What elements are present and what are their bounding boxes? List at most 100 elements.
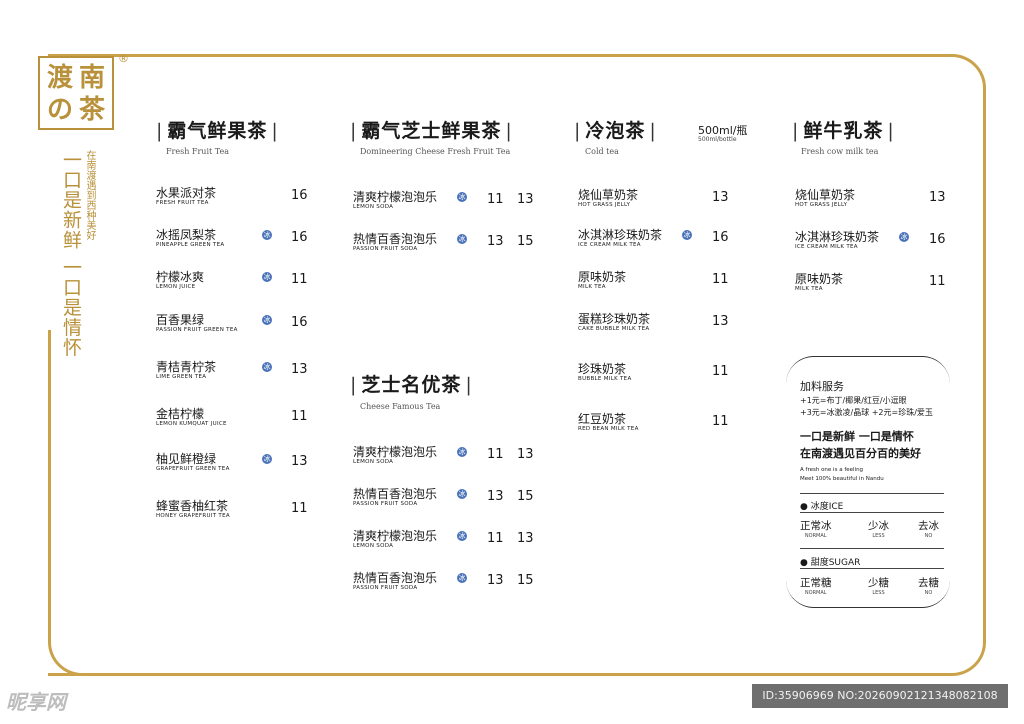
item-price-large: 13 <box>517 531 534 546</box>
ice-badge-icon: 冰 <box>457 531 467 541</box>
section-title-milk-tea: | 鲜牛乳茶 | <box>792 120 895 142</box>
item-price: 13 <box>487 489 504 504</box>
item-price: 11 <box>712 272 729 287</box>
item-name: 热情百香泡泡乐 <box>353 487 438 501</box>
section-subtitle-fruit-tea: Fresh Fruit Tea <box>166 147 229 156</box>
menu-item: 金桔柠檬 LEMON KUMQUAT JUICE 11 <box>156 405 346 433</box>
logo-char: の <box>46 95 73 125</box>
item-name-en: LEMON SODA <box>353 459 394 465</box>
size-note-en: 500ml/bottle <box>698 136 737 143</box>
divider <box>800 548 944 549</box>
menu-item: 热情百香泡泡乐 PASSION FRUIT SODA 冰 13 15 <box>353 485 543 513</box>
ice-badge-icon: 冰 <box>457 489 467 499</box>
section-title-cheese-fruit-tea: | 霸气芝士鲜果茶 | <box>350 120 513 142</box>
item-price: 13 <box>291 454 308 469</box>
ice-level-heading: ● 冰度ICE <box>800 502 844 512</box>
divider <box>800 493 944 494</box>
item-price: 13 <box>291 362 308 377</box>
sugar-level-heading: ● 甜度SUGAR <box>800 558 861 568</box>
item-name: 清爽柠檬泡泡乐 <box>353 529 438 543</box>
item-name-en: HOT GRASS JELLY <box>578 202 631 208</box>
item-price: 13 <box>487 573 504 588</box>
logo-char: 茶 <box>78 95 105 125</box>
item-price: 13 <box>487 234 504 249</box>
item-name: 水果派对茶 <box>156 186 217 200</box>
item-name: 红豆奶茶 <box>578 412 627 426</box>
menu-item: 珍珠奶茶 BUBBLE MILK TEA 11 <box>578 360 768 388</box>
section-subtitle-cheese-famous-tea: Cheese Famous Tea <box>360 402 441 411</box>
item-name-en: MILK TEA <box>578 284 606 290</box>
item-name-en: LEMON JUICE <box>156 284 196 290</box>
brand-sub-slogan: 在南渡遇到西种美好 <box>84 150 95 240</box>
item-price: 16 <box>291 315 308 330</box>
section-title-cheese-famous-tea: | 芝士名优茶 | <box>350 374 473 396</box>
sugar-option: 正常糖 NORMAL <box>800 577 832 596</box>
item-price: 16 <box>712 230 729 245</box>
ice-badge-icon: 冰 <box>457 447 467 457</box>
item-name: 蜂蜜香柚红茶 <box>156 499 229 513</box>
item-name: 清爽柠檬泡泡乐 <box>353 445 438 459</box>
item-name: 珍珠奶茶 <box>578 362 627 376</box>
item-name-en: PASSION FRUIT GREEN TEA <box>156 327 238 333</box>
section-title-cold-tea: | 冷泡茶 | <box>574 120 657 142</box>
item-name: 原味奶茶 <box>795 272 844 286</box>
item-name-en: CAKE BUBBLE MILK TEA <box>578 326 650 332</box>
item-price: 11 <box>291 272 308 287</box>
item-price: 11 <box>712 364 729 379</box>
brand-slogan: 一口是新鲜 一口是情怀 <box>60 150 82 358</box>
addon-line: +3元=冰激凌/晶球 +2元=珍珠/爱玉 <box>800 408 933 417</box>
registered-mark: ® <box>118 52 129 65</box>
item-price: 13 <box>712 190 729 205</box>
item-price: 11 <box>712 414 729 429</box>
item-price: 16 <box>291 230 308 245</box>
item-name: 烧仙草奶茶 <box>578 188 639 202</box>
item-name: 原味奶茶 <box>578 270 627 284</box>
item-name: 柚见鲜橙绿 <box>156 452 217 466</box>
item-name-en: LEMON KUMQUAT JUICE <box>156 421 227 427</box>
logo-char: 渡 <box>46 63 73 93</box>
menu-item: 热情百香泡泡乐 PASSION FRUIT SODA 冰 13 15 <box>353 569 543 597</box>
item-name-en: MILK TEA <box>795 286 823 292</box>
sugar-option: 去糖 NO <box>918 577 939 596</box>
ice-badge-icon: 冰 <box>899 232 909 242</box>
item-price-large: 15 <box>517 489 534 504</box>
menu-item: 清爽柠檬泡泡乐 LEMON SODA 冰 11 13 <box>353 443 543 471</box>
item-price: 13 <box>929 190 946 205</box>
item-name-en: PASSION FRUIT SODA <box>353 585 418 591</box>
item-name-en: HONEY GRAPEFRUIT TEA <box>156 513 230 519</box>
item-name-en: HOT GRASS JELLY <box>795 202 848 208</box>
addon-slogan: 一口是新鲜 一口是情怀 <box>800 430 914 443</box>
menu-item: 冰淇淋珍珠奶茶 ICE CREAM MILK TEA 冰 16 <box>795 228 985 256</box>
menu-item: 冰淇淋珍珠奶茶 ICE CREAM MILK TEA 冰 16 <box>578 226 768 254</box>
item-price-large: 15 <box>517 234 534 249</box>
item-price: 11 <box>929 274 946 289</box>
addon-slogan: 在南渡遇见百分百的美好 <box>800 447 921 460</box>
item-name-en: FRESH FRUIT TEA <box>156 200 209 206</box>
menu-item: 清爽柠檬泡泡乐 LEMON SODA 冰 11 13 <box>353 527 543 555</box>
item-price: 11 <box>291 409 308 424</box>
menu-item: 红豆奶茶 RED BEAN MILK TEA 11 <box>578 410 768 438</box>
item-name: 百香果绿 <box>156 313 205 327</box>
ice-badge-icon: 冰 <box>262 454 272 464</box>
item-price-large: 15 <box>517 573 534 588</box>
menu-item: 百香果绿 PASSION FRUIT GREEN TEA 冰 16 <box>156 311 346 339</box>
ice-badge-icon: 冰 <box>457 234 467 244</box>
divider <box>800 568 944 569</box>
addon-title: 加料服务 <box>800 380 844 393</box>
menu-item: 烧仙草奶茶 HOT GRASS JELLY 13 <box>578 186 768 214</box>
item-name-en: PINEAPPLE GREEN TEA <box>156 242 225 248</box>
section-subtitle-cold-tea: Cold tea <box>585 147 619 156</box>
section-subtitle-cheese-fruit-tea: Domineering Cheese Fresh Fruit Tea <box>360 147 511 156</box>
item-name: 冰摇凤梨茶 <box>156 228 217 242</box>
addon-en: Meet 100% beautiful in Nandu <box>800 476 884 482</box>
addon-line: +1元=布丁/椰果/红豆/小逗眼 <box>800 396 907 405</box>
ice-badge-icon: 冰 <box>262 362 272 372</box>
menu-item: 冰摇凤梨茶 PINEAPPLE GREEN TEA 冰 16 <box>156 226 346 254</box>
watermark-id: ID:35906969 NO:20260902121348082108 <box>752 684 1008 708</box>
ice-option: 少冰 LESS <box>868 520 889 539</box>
menu-item: 柚见鲜橙绿 GRAPEFRUIT GREEN TEA 冰 13 <box>156 450 346 478</box>
menu-item: 清爽柠檬泡泡乐 LEMON SODA 冰 11 13 <box>353 188 543 216</box>
brand-logo: 渡 南 の 茶 <box>38 56 114 130</box>
menu-item: 蛋糕珍珠奶茶 CAKE BUBBLE MILK TEA 13 <box>578 310 768 338</box>
menu-item: 原味奶茶 MILK TEA 11 <box>578 268 768 296</box>
